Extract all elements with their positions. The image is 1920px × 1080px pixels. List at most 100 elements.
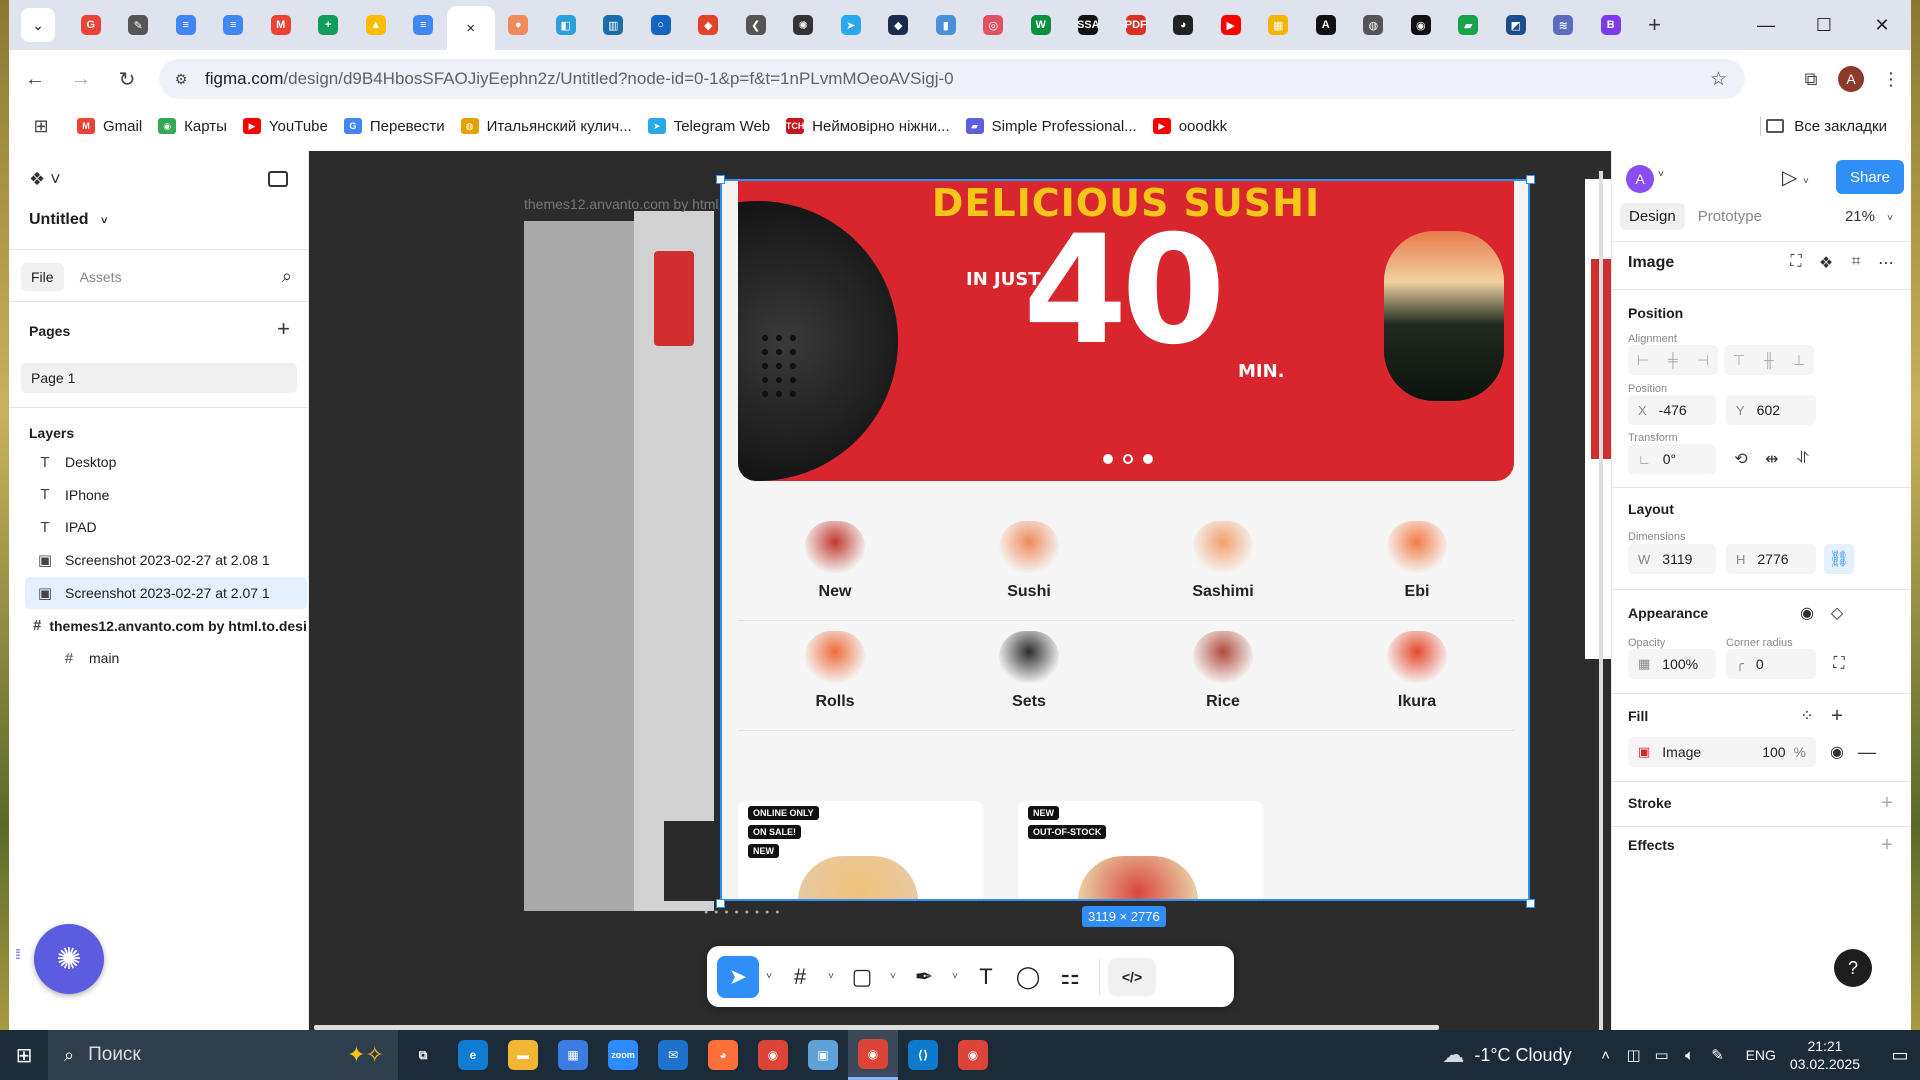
chevron-down-icon[interactable]: ˅ [821, 971, 841, 982]
extensions-icon[interactable]: ⧉ [1791, 59, 1831, 99]
pen-workspace-icon[interactable]: ✎ [1704, 1046, 1732, 1064]
browser-tab[interactable]: W [1017, 5, 1065, 45]
browser-tab[interactable]: + [305, 5, 353, 45]
height-field[interactable]: H 2776 [1726, 544, 1816, 574]
add-fill-icon[interactable]: + [1822, 701, 1852, 731]
taskbar-app[interactable]: ✉ [648, 1030, 698, 1080]
tab-assets[interactable]: Assets [70, 263, 132, 291]
taskbar-search[interactable]: ⌕ Поиск ✦✧ [48, 1030, 398, 1080]
browser-tab[interactable]: A [1302, 5, 1350, 45]
browser-tab[interactable]: ◧ [542, 5, 590, 45]
chevron-down-icon[interactable]: ˅ [1658, 169, 1664, 180]
layer-row[interactable]: T Desktop [25, 446, 307, 478]
taskbar-app[interactable]: ⧉ [398, 1030, 448, 1080]
browser-tab[interactable]: ◆ [875, 5, 923, 45]
component-icon[interactable]: ❖ [1811, 253, 1841, 273]
browser-tab[interactable]: ▦ [1255, 5, 1303, 45]
taskbar-app[interactable]: ◉ [848, 1030, 898, 1080]
search-icon[interactable]: ⌕ [282, 266, 292, 287]
taskbar-app[interactable]: ◉ [748, 1030, 798, 1080]
present-play-icon[interactable]: ▷ ˅ [1782, 165, 1809, 190]
resize-handle[interactable] [1526, 899, 1535, 908]
bookmark-item[interactable]: ➤ Telegram Web [647, 118, 770, 135]
file-title[interactable]: Untitled ˅ [29, 211, 107, 229]
fill-opacity[interactable]: 100 [1762, 744, 1785, 760]
browser-tab[interactable]: ✕ [447, 6, 495, 50]
x-position-field[interactable]: X -476 [1628, 395, 1716, 425]
browser-tab[interactable]: ◕ [1160, 5, 1208, 45]
align-bottom-icon[interactable]: ⊥ [1784, 345, 1814, 375]
add-page-icon[interactable]: + [277, 316, 290, 342]
browser-tab[interactable]: ❮ [732, 5, 780, 45]
browser-tab[interactable]: ◉ [1397, 5, 1445, 45]
layer-row[interactable]: ▣ Screenshot 2023-02-27 at 2.07 1 [25, 576, 307, 609]
frame-selection-icon[interactable]: ⌗ [1841, 253, 1871, 273]
browser-tab[interactable]: ▥ [590, 5, 638, 45]
address-bar[interactable]: ⚙ figma.com/design/d9B4HbosSFAOJiyEephn2… [159, 59, 1745, 99]
bookmark-item[interactable]: ▶ YouTube [242, 118, 328, 135]
taskbar-app[interactable]: ⟨⟩ [898, 1030, 948, 1080]
page-item[interactable]: Page 1 [21, 363, 297, 393]
site-info-icon[interactable]: ⚙ [165, 63, 197, 95]
drag-handle-icon[interactable]: ⁞⁞ [15, 946, 21, 962]
bookmark-item[interactable]: M Gmail [77, 118, 142, 135]
back-arrow-icon[interactable]: ← [15, 59, 55, 99]
browser-tab[interactable]: ◎ [970, 5, 1018, 45]
styles-grid-icon[interactable]: ⁘ [1792, 701, 1822, 731]
align-right-icon[interactable]: ⊣ [1688, 345, 1718, 375]
apps-grid-icon[interactable]: ⊞ [21, 116, 61, 137]
weather-widget[interactable]: ☁ -1°C Cloudy [1442, 1042, 1571, 1068]
taskbar-app[interactable]: ▬ [498, 1030, 548, 1080]
chevron-down-icon[interactable]: ˅ [759, 971, 779, 982]
add-effect-icon[interactable]: + [1872, 830, 1902, 860]
browser-tab[interactable]: ▰ [1445, 5, 1493, 45]
bookmark-item[interactable]: ◍ Итальянский кулич... [460, 118, 632, 135]
browser-tab[interactable]: ▲ [352, 5, 400, 45]
blend-mode-icon[interactable]: ◇ [1822, 598, 1852, 628]
fill-visibility-icon[interactable]: ◉ [1822, 737, 1852, 767]
new-tab-button[interactable]: + [1635, 5, 1675, 45]
browser-tab[interactable]: PDF [1112, 5, 1160, 45]
corner-radius-field[interactable]: ╭ 0 [1726, 649, 1816, 679]
tab-file[interactable]: File [21, 263, 64, 291]
browser-tab[interactable]: B [1587, 5, 1635, 45]
taskbar-app[interactable]: ◕ [698, 1030, 748, 1080]
network-icon[interactable]: ▭ [1648, 1046, 1676, 1064]
layer-row[interactable]: # themes12.anvanto.com by html.to.design [25, 610, 307, 642]
ai-assistant-button[interactable]: ✺ [34, 924, 104, 994]
align-center-h-icon[interactable]: ╪ [1658, 345, 1688, 375]
meet-now-icon[interactable]: ◫ [1620, 1046, 1648, 1064]
align-left-icon[interactable]: ⊢ [1628, 345, 1658, 375]
tab-design[interactable]: Design [1620, 203, 1685, 230]
flip-horizontal-icon[interactable]: ⇹ [1757, 444, 1787, 474]
browser-tab[interactable]: ≋ [1540, 5, 1588, 45]
constrain-proportions-icon[interactable]: ⛓ [1824, 544, 1854, 574]
figma-menu-icon[interactable]: ❖ ˅ [29, 169, 61, 190]
url-text[interactable]: figma.com/design/d9B4HbosSFAOJiyEephn2z/… [205, 69, 954, 89]
crop-icon[interactable]: ⛶ [1781, 253, 1811, 273]
bookmark-item[interactable]: G Перевести [343, 118, 445, 135]
rotate-icon[interactable]: ⟲ [1726, 444, 1756, 474]
bookmark-item[interactable]: ▰ Simple Professional... [965, 118, 1137, 135]
browser-tab[interactable]: ▶ [1207, 5, 1255, 45]
rectangle-tool-icon[interactable]: ▢ [841, 956, 883, 998]
design-canvas[interactable]: themes12.anvanto.com by html.to.design ❤… [309, 151, 1611, 1030]
help-button[interactable]: ? [1834, 949, 1872, 987]
browser-tab[interactable]: ≡ [400, 5, 448, 45]
input-language[interactable]: ENG [1746, 1047, 1776, 1063]
visibility-eye-icon[interactable]: ◉ [1792, 598, 1822, 628]
chevron-up-icon[interactable]: ˄ [1592, 1047, 1620, 1064]
share-button[interactable]: Share [1836, 160, 1904, 194]
browser-tab[interactable]: SSA [1065, 5, 1113, 45]
frame-thumbnail-left[interactable] [634, 211, 714, 911]
zoom-dropdown[interactable]: 21% ˅ [1845, 208, 1893, 225]
browser-tab[interactable]: ◍ [1350, 5, 1398, 45]
width-field[interactable]: W 3119 [1628, 544, 1716, 574]
align-middle-icon[interactable]: ╫ [1754, 345, 1784, 375]
bookmark-item[interactable]: ▶ ooodkk [1152, 118, 1227, 135]
browser-tab[interactable]: ◆ [685, 5, 733, 45]
all-bookmarks-button[interactable]: Все закладки [1766, 118, 1887, 135]
forward-arrow-icon[interactable]: → [61, 59, 101, 99]
flip-vertical-icon[interactable]: ⥯ [1788, 444, 1818, 474]
user-avatar[interactable]: A [1626, 165, 1654, 193]
